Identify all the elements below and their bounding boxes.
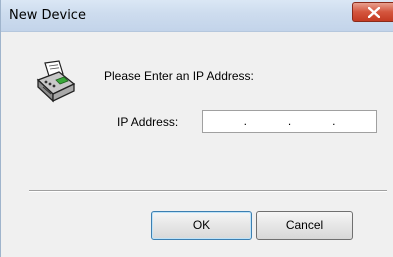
new-device-dialog: New Device Please Enter an IP Address: I… [0,0,393,257]
ip-octet-1[interactable] [203,111,243,132]
ip-octet-2[interactable] [247,111,287,132]
ok-button[interactable]: OK [151,211,252,240]
title-bar[interactable]: New Device [1,0,393,32]
ip-prompt-text: Please Enter an IP Address: [104,69,254,83]
ip-address-label: IP Address: [117,115,179,129]
ip-address-input[interactable]: . . . [202,110,377,133]
window-title: New Device [9,8,86,23]
cancel-button[interactable]: Cancel [256,211,353,240]
printer-fax-icon [36,60,76,103]
separator [29,190,387,192]
ip-octet-3[interactable] [291,111,331,132]
close-icon [368,7,380,18]
ip-octet-4[interactable] [336,111,376,132]
close-button[interactable] [352,2,393,22]
